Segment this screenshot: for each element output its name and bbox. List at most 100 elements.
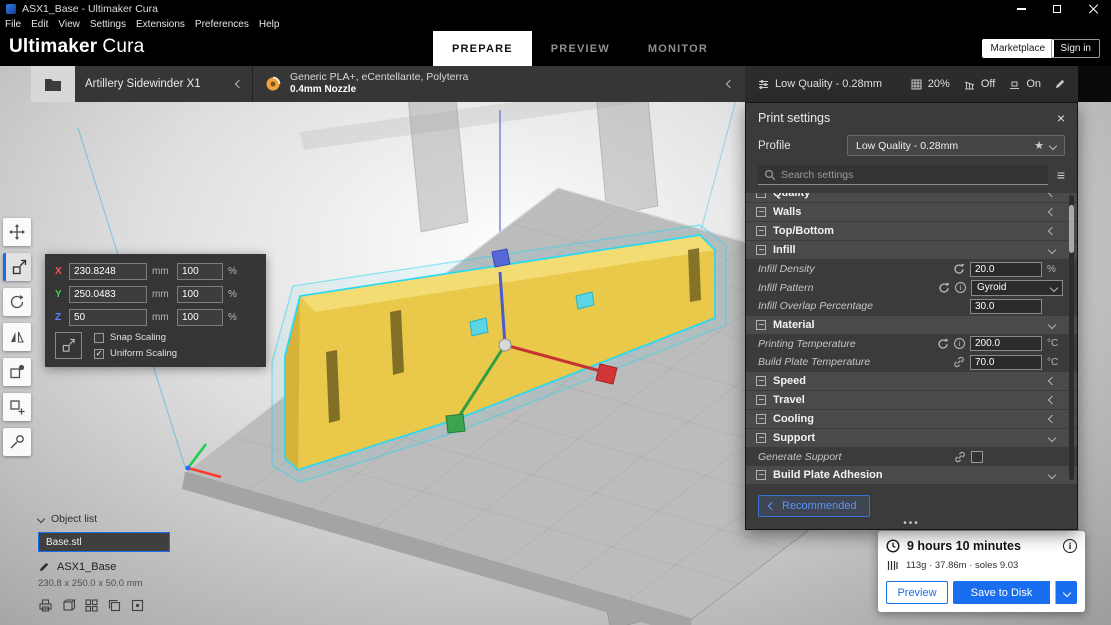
chevron-down-icon (1047, 245, 1057, 255)
arrange-icon[interactable] (84, 598, 99, 613)
category-support[interactable]: Support (746, 428, 1077, 447)
info-icon[interactable]: i (1063, 539, 1077, 553)
save-to-disk-button[interactable]: Save to Disk (953, 581, 1050, 604)
reset-icon[interactable] (938, 282, 950, 294)
scale-y-size-field[interactable]: 250.0483 (69, 286, 147, 303)
reset-icon[interactable] (937, 338, 949, 350)
settings-visibility-menu-icon[interactable]: ≡ (1057, 168, 1065, 182)
snap-scaling-checkbox[interactable] (94, 332, 104, 343)
search-settings-input[interactable] (781, 168, 1042, 181)
reset-scale-button[interactable] (55, 332, 82, 359)
star-icon[interactable]: ★ (1034, 139, 1044, 152)
uniform-scaling-option[interactable]: ✓ Uniform Scaling (94, 348, 177, 359)
menu-edit[interactable]: Edit (26, 19, 53, 30)
print-time-estimate: 9 hours 10 minutes (907, 539, 1021, 553)
move-tool-button[interactable] (3, 218, 31, 246)
printer-icon[interactable] (38, 598, 53, 613)
uniform-scaling-checkbox[interactable]: ✓ (94, 348, 104, 359)
tab-monitor[interactable]: MONITOR (629, 31, 727, 66)
mesh-icon[interactable] (130, 598, 145, 613)
gizmo-center-handle[interactable] (498, 338, 512, 352)
printer-selector[interactable]: Artillery Sidewinder X1 (75, 66, 252, 102)
action-panel: 9 hours 10 minutes i 113g · 37.86m · sol… (878, 531, 1085, 612)
category-speed[interactable]: Speed (746, 371, 1077, 390)
recommended-mode-button[interactable]: Recommended (758, 495, 870, 517)
mirror-tool-button[interactable] (3, 323, 31, 351)
copy-icon[interactable] (107, 598, 122, 613)
print-settings-summary[interactable]: Low Quality - 0.28mm 20% Off On (745, 66, 1078, 102)
adhesion-summary: On (1008, 78, 1041, 91)
project-name-row[interactable]: ASX1_Base (38, 561, 170, 573)
menu-settings[interactable]: Settings (85, 19, 131, 30)
setting-infill-pattern: Infill Pattern i Gyroid (746, 279, 1077, 298)
category-travel[interactable]: Travel (746, 390, 1077, 409)
close-panel-icon[interactable]: × (1057, 111, 1065, 125)
minimize-button[interactable] (1003, 0, 1039, 18)
object-list-item[interactable]: Base.stl (38, 532, 170, 552)
info-icon[interactable]: i (955, 282, 966, 294)
chevron-left-icon (1047, 376, 1057, 385)
infill-overlap-field[interactable]: 30.0 (970, 298, 1042, 314)
category-icon-infill (756, 245, 766, 255)
build-plate-temperature-field[interactable]: 70.0 (970, 354, 1042, 370)
scale-y-percent-field[interactable]: 100 (177, 286, 223, 303)
scrollbar-thumb[interactable] (1069, 205, 1074, 253)
maximize-button[interactable] (1039, 0, 1075, 18)
rotate-tool-button[interactable] (3, 288, 31, 316)
search-box[interactable] (758, 165, 1048, 185)
mesh-tools-button[interactable] (3, 428, 31, 456)
gizmo-handle-y[interactable] (445, 413, 466, 434)
generate-support-checkbox[interactable] (971, 450, 983, 463)
category-material[interactable]: Material (746, 315, 1077, 334)
sign-in-button[interactable]: Sign in (1051, 39, 1100, 58)
infill-density-field[interactable]: 20.0 (970, 261, 1042, 277)
infill-pattern-dropdown[interactable]: Gyroid (971, 279, 1063, 296)
material-selector[interactable]: Generic PLA+, eCentellante, Polyterra 0.… (252, 66, 745, 102)
scale-x-percent-field[interactable]: 100 (177, 263, 223, 280)
marketplace-button[interactable]: Marketplace (981, 39, 1054, 58)
printing-temperature-field[interactable]: 200.0 (970, 336, 1042, 352)
gizmo-handle-x[interactable] (595, 363, 618, 385)
scale-row-y: Y 250.0483 mm 100 % (55, 286, 256, 303)
profile-dropdown[interactable]: Low Quality - 0.28mm ★ (847, 135, 1065, 156)
tab-prepare[interactable]: PREPARE (433, 31, 532, 66)
tab-preview[interactable]: PREVIEW (532, 31, 629, 66)
info-icon[interactable]: i (954, 338, 965, 350)
category-cooling[interactable]: Cooling (746, 409, 1077, 428)
chevron-down-icon (1047, 470, 1057, 480)
support-blocker-tool-button[interactable] (3, 393, 31, 421)
scale-z-percent-field[interactable]: 100 (177, 309, 223, 326)
scale-z-size-field[interactable]: 50 (69, 309, 147, 326)
scale-tool-button[interactable] (3, 253, 31, 281)
gizmo-handle-z[interactable] (491, 248, 511, 268)
preview-button[interactable]: Preview (886, 581, 948, 604)
object-list-toggle[interactable]: Object list (36, 513, 170, 525)
pencil-icon (39, 562, 49, 572)
save-options-button[interactable] (1055, 581, 1077, 604)
open-file-button[interactable] (31, 66, 75, 102)
category-build-plate-adhesion[interactable]: Build Plate Adhesion (746, 466, 1077, 484)
clock-icon (886, 539, 900, 553)
per-model-settings-tool-button[interactable] (3, 358, 31, 386)
scale-x-size-field[interactable]: 230.8248 (69, 263, 147, 280)
material-usage-icon (887, 561, 898, 570)
category-infill[interactable]: Infill (746, 241, 1077, 259)
close-button[interactable] (1075, 0, 1111, 18)
menu-extensions[interactable]: Extensions (131, 19, 190, 30)
profile-value: Low Quality - 0.28mm (856, 139, 959, 152)
menu-help[interactable]: Help (254, 19, 285, 30)
model-icon[interactable] (61, 598, 76, 613)
menu-preferences[interactable]: Preferences (190, 19, 254, 30)
print-settings-panel: Print settings × Profile Low Quality - 0… (745, 102, 1078, 530)
panel-resize-handle[interactable]: ••• (746, 519, 1077, 529)
category-quality[interactable]: Quality (746, 193, 1077, 202)
infill-icon (911, 79, 922, 89)
snap-scaling-option[interactable]: Snap Scaling (94, 332, 177, 343)
category-top-bottom[interactable]: Top/Bottom (746, 222, 1077, 240)
category-icon-travel (756, 394, 766, 405)
menu-view[interactable]: View (53, 19, 85, 30)
reset-icon[interactable] (953, 263, 965, 275)
category-walls[interactable]: Walls (746, 203, 1077, 221)
brand-logo: Ultimaker Cura (9, 36, 144, 58)
menu-file[interactable]: File (0, 19, 26, 30)
